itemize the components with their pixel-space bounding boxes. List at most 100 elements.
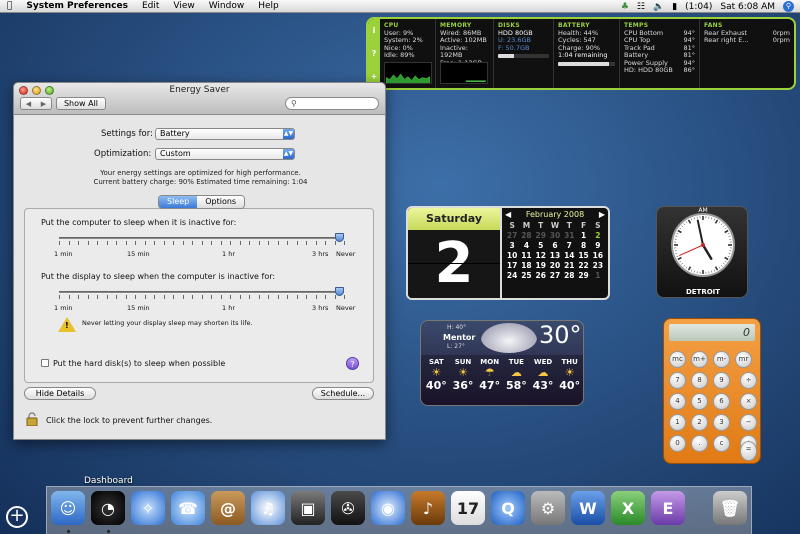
- calc-key[interactable]: 5: [691, 393, 708, 410]
- word-icon[interactable]: W: [571, 491, 605, 525]
- calc-key[interactable]: 3: [713, 414, 730, 431]
- calc-key[interactable]: ×: [740, 393, 757, 410]
- safari-icon[interactable]: ✧: [131, 491, 165, 525]
- info-icon[interactable]: i: [373, 26, 376, 35]
- calc-key[interactable]: 0: [669, 435, 686, 452]
- optimization-popup[interactable]: Custom ▲▼: [155, 148, 295, 160]
- help-button[interactable]: ?: [346, 357, 359, 370]
- menu-app-name[interactable]: System Preferences: [19, 1, 135, 11]
- weather-widget[interactable]: H: 40° Mentor L: 27° 30° SAT ☀ 40° SUN ☀ 36° M…: [420, 320, 584, 406]
- help-icon[interactable]: ?: [372, 49, 377, 58]
- lock-icon[interactable]: [26, 412, 38, 427]
- calendar-day[interactable]: 7: [562, 241, 576, 250]
- calc-key[interactable]: mc: [669, 351, 686, 368]
- calendar-day[interactable]: 17: [505, 261, 519, 270]
- calendar-day[interactable]: 2: [591, 231, 605, 240]
- dashboard-icon[interactable]: ◔: [91, 491, 125, 525]
- calculator-widget[interactable]: 0 mcm+m-mr7894561230.c÷×−+=: [663, 318, 761, 464]
- calc-key[interactable]: ÷: [740, 372, 757, 389]
- calc-key[interactable]: 4: [669, 393, 686, 410]
- calendar-day[interactable]: 11: [519, 251, 533, 260]
- display-sleep-slider-thumb[interactable]: [335, 287, 344, 296]
- calendar-day[interactable]: 4: [519, 241, 533, 250]
- calc-key[interactable]: .: [691, 435, 708, 452]
- calendar-day[interactable]: 19: [534, 261, 548, 270]
- next-month-icon[interactable]: ▶: [599, 210, 605, 219]
- system-preferences-icon[interactable]: ⚙: [531, 491, 565, 525]
- calendar-day[interactable]: 3: [505, 241, 519, 250]
- calc-key[interactable]: =: [740, 441, 757, 461]
- battery-icon[interactable]: ▮: [672, 2, 677, 12]
- calc-key[interactable]: 9: [713, 372, 730, 389]
- search-field[interactable]: ⚲: [285, 97, 379, 110]
- trash-icon[interactable]: 🗑: [713, 491, 747, 525]
- calendar-day[interactable]: 15: [576, 251, 590, 260]
- calendar-day[interactable]: 28: [519, 231, 533, 240]
- calendar-day[interactable]: 12: [534, 251, 548, 260]
- calc-key[interactable]: m-: [713, 351, 730, 368]
- calendar-day[interactable]: 31: [562, 231, 576, 240]
- add-widget-button[interactable]: +: [6, 506, 28, 528]
- calendar-day[interactable]: 21: [562, 261, 576, 270]
- calc-key[interactable]: c: [713, 435, 730, 452]
- apple-icon[interactable]: : [0, 1, 19, 11]
- calendar-day[interactable]: 9: [591, 241, 605, 250]
- tree-icon[interactable]: ♣: [621, 2, 629, 12]
- settings-for-popup[interactable]: Battery ▲▼: [155, 128, 295, 140]
- calendar-day[interactable]: 18: [519, 261, 533, 270]
- forward-arrow-icon[interactable]: ▶: [41, 100, 46, 108]
- menu-view[interactable]: View: [166, 1, 201, 11]
- calendar-day[interactable]: 10: [505, 251, 519, 260]
- add-icon[interactable]: +: [371, 72, 378, 81]
- tab-options[interactable]: Options: [197, 196, 245, 208]
- calendar-day[interactable]: 1: [576, 231, 590, 240]
- computer-sleep-slider[interactable]: [59, 237, 344, 239]
- calendar-day[interactable]: 27: [505, 231, 519, 240]
- calendar-day[interactable]: 30: [548, 231, 562, 240]
- tab-sleep[interactable]: Sleep: [159, 196, 198, 208]
- spotlight-icon[interactable]: ⚲: [783, 1, 794, 12]
- hide-details-button[interactable]: Hide Details: [24, 387, 96, 400]
- calc-key[interactable]: 7: [669, 372, 686, 389]
- battery-time[interactable]: (1:04): [685, 2, 712, 12]
- hard-disk-sleep-checkbox[interactable]: [41, 359, 49, 367]
- iphoto-icon[interactable]: ▣: [291, 491, 325, 525]
- menu-clock[interactable]: Sat 6:08 AM: [720, 2, 775, 12]
- calendar-day[interactable]: 14: [562, 251, 576, 260]
- clock-widget[interactable]: AM DETROIT: [656, 206, 748, 298]
- finder-icon[interactable]: ☺: [51, 491, 85, 525]
- prev-month-icon[interactable]: ◀: [505, 210, 511, 219]
- ical-icon[interactable]: 17: [451, 491, 485, 525]
- calendar-day[interactable]: 26: [534, 271, 548, 280]
- menu-edit[interactable]: Edit: [135, 1, 166, 11]
- calc-key[interactable]: 8: [691, 372, 708, 389]
- calendar-day[interactable]: 5: [534, 241, 548, 250]
- computer-sleep-slider-thumb[interactable]: [335, 233, 344, 242]
- calc-key[interactable]: 1: [669, 414, 686, 431]
- calendar-day[interactable]: 28: [562, 271, 576, 280]
- quicktime-icon[interactable]: Q: [491, 491, 525, 525]
- back-arrow-icon[interactable]: ◀: [26, 100, 31, 108]
- calendar-day[interactable]: 29: [534, 231, 548, 240]
- calendar-day[interactable]: 29: [576, 271, 590, 280]
- show-all-button[interactable]: Show All: [56, 97, 106, 110]
- calendar-day[interactable]: 8: [576, 241, 590, 250]
- volume-icon[interactable]: 🔈: [653, 2, 664, 12]
- calendar-day[interactable]: 6: [548, 241, 562, 250]
- ichat-icon[interactable]: ☎: [171, 491, 205, 525]
- calendar-day[interactable]: 22: [576, 261, 590, 270]
- calendar-day-panel[interactable]: Saturday 2: [408, 208, 502, 298]
- calendar-day[interactable]: 23: [591, 261, 605, 270]
- calendar-day[interactable]: 27: [548, 271, 562, 280]
- calendar-day[interactable]: 16: [591, 251, 605, 260]
- calendar-day[interactable]: 1: [591, 271, 605, 280]
- calc-key[interactable]: 6: [713, 393, 730, 410]
- calendar-day[interactable]: 13: [548, 251, 562, 260]
- excel-icon[interactable]: X: [611, 491, 645, 525]
- calc-key[interactable]: m+: [691, 351, 708, 368]
- istat-widget[interactable]: i ? + CPU User: 9% System: 2% Nice: 0% I…: [366, 17, 796, 90]
- menu-window[interactable]: Window: [202, 1, 252, 11]
- calc-key[interactable]: mr: [735, 351, 752, 368]
- calendar-day[interactable]: 24: [505, 271, 519, 280]
- imovie-icon[interactable]: ✇: [331, 491, 365, 525]
